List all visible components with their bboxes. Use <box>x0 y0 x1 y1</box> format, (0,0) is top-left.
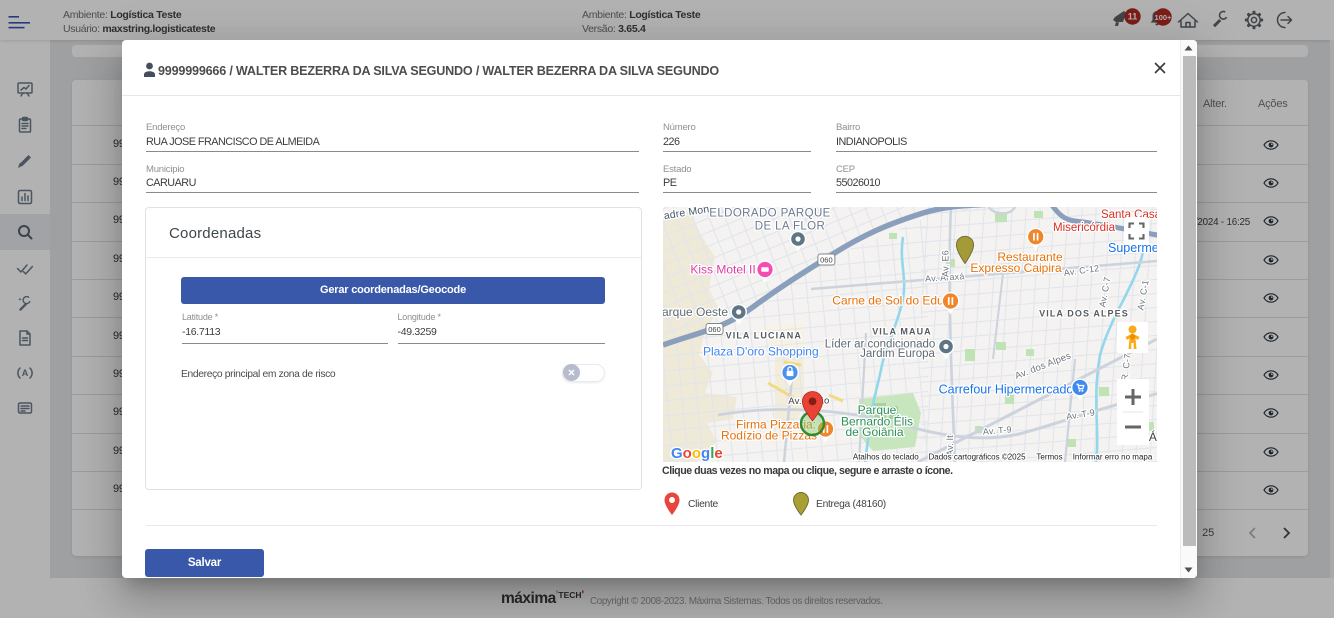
svg-text:Atalhos do teclado: Atalhos do teclado <box>853 453 919 462</box>
svg-text:VILA DOS ALPES: VILA DOS ALPES <box>1039 309 1129 319</box>
svg-text:VILA LUCIANA: VILA LUCIANA <box>726 331 802 341</box>
svg-text:ELDORADO PARQUE: ELDORADO PARQUE <box>709 208 830 220</box>
svg-text:Dados cartográficos ©2025: Dados cartográficos ©2025 <box>928 453 1026 462</box>
svg-text:Misericórdia: Misericórdia <box>1053 222 1116 234</box>
svg-text:Google: Google <box>671 445 723 462</box>
svg-text:DE LA FLOR: DE LA FLOR <box>755 221 825 233</box>
svg-text:Termos: Termos <box>1036 453 1062 462</box>
svg-text:060: 060 <box>708 325 721 334</box>
svg-text:Expresso Caipira: Expresso Caipira <box>970 261 1062 275</box>
svg-text:Av. E6: Av. E6 <box>941 250 951 277</box>
svg-text:Jardim Europa: Jardim Europa <box>860 348 935 360</box>
svg-text:060: 060 <box>820 256 833 265</box>
svg-text:Carne de Sol do Edu: Carne de Sol do Edu <box>832 294 943 308</box>
svg-text:Parque Oeste: Parque Oeste <box>663 305 728 319</box>
svg-text:Informar erro no mapa: Informar erro no mapa <box>1073 453 1153 462</box>
svg-text:Kiss Motel II: Kiss Motel II <box>690 263 755 277</box>
svg-text:Av.: Av. <box>788 396 801 407</box>
svg-text:VILA MAUA: VILA MAUA <box>872 327 932 337</box>
svg-text:de Goiânia: de Goiânia <box>845 425 903 439</box>
svg-text:Á: Á <box>1149 429 1157 444</box>
svg-text:Plaza D'oro Shopping: Plaza D'oro Shopping <box>703 345 819 359</box>
svg-text:Carrefour Hipermercado: Carrefour Hipermercado <box>939 383 1074 397</box>
